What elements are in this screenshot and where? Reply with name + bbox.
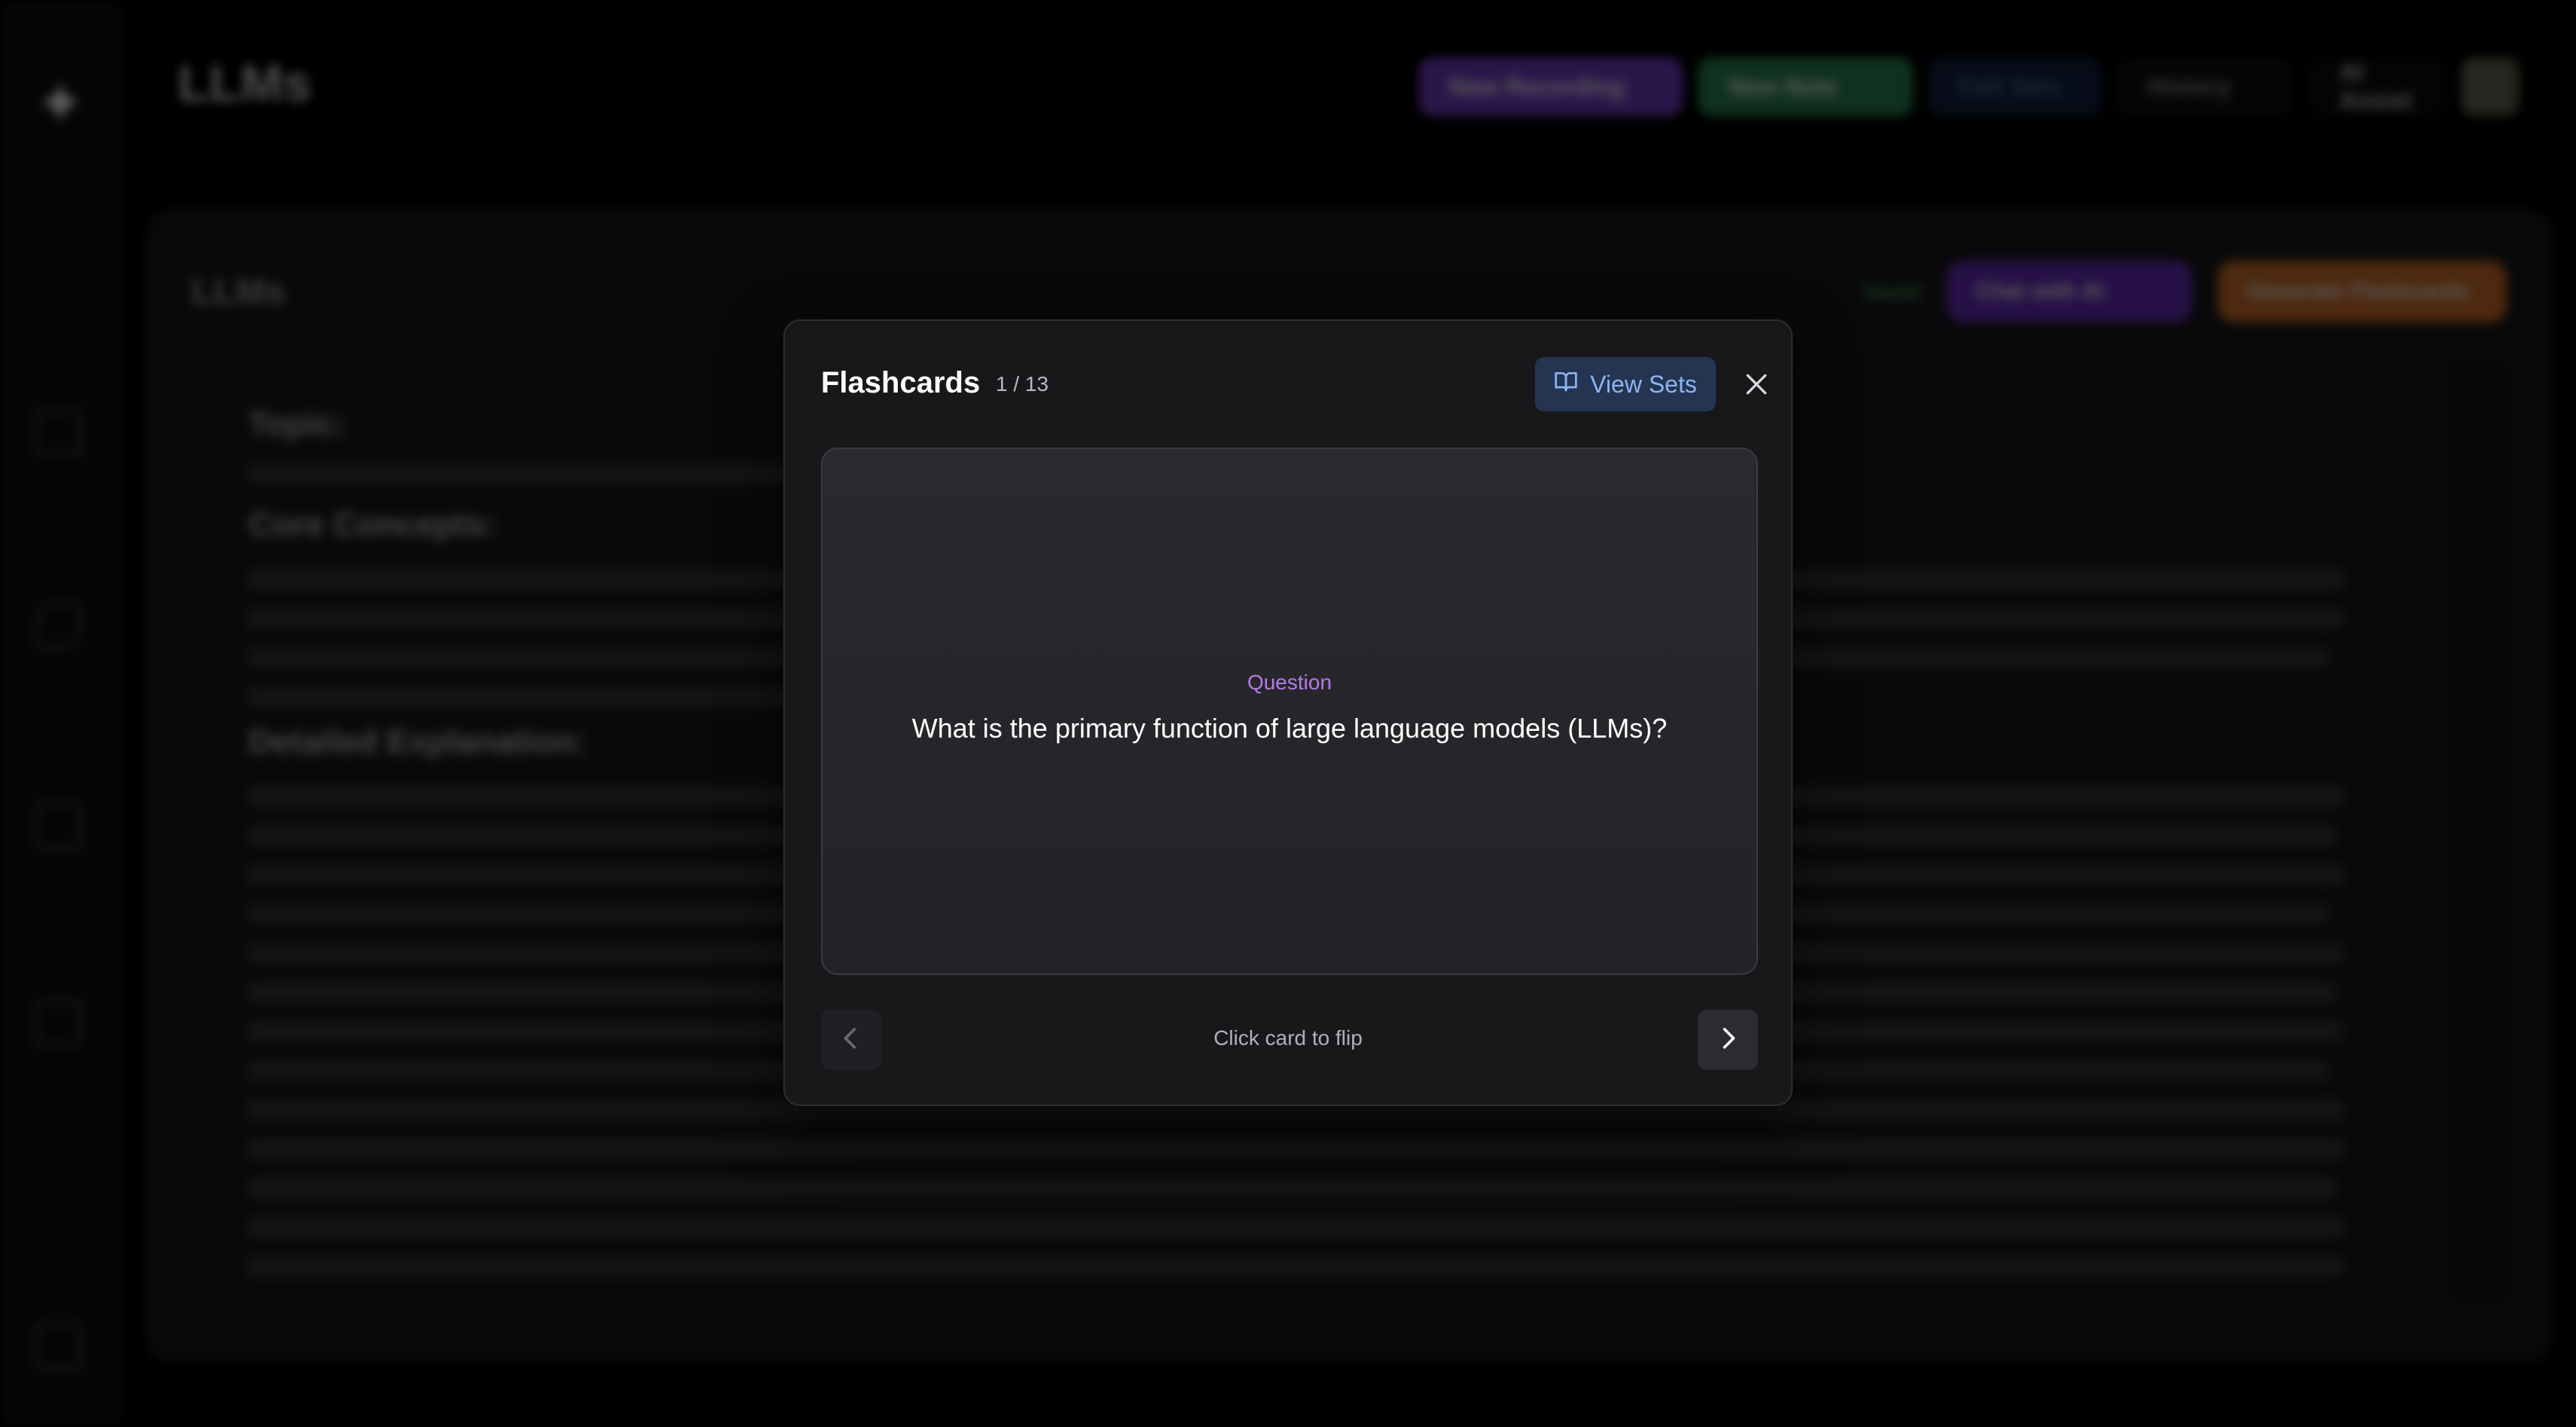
chevron-right-icon [1714,1025,1741,1056]
card-question-text: What is the primary function of large la… [911,713,1668,744]
next-card-button[interactable] [1698,1010,1758,1070]
close-icon[interactable] [1741,369,1772,399]
view-sets-label: View Sets [1590,370,1697,398]
flip-hint: Click card to flip [1213,1026,1363,1050]
card-counter: 1 / 13 [996,372,1049,396]
card-side-label: Question [1247,671,1332,694]
app-root: ✦ LLMs New Recording New Note Edit Sets … [0,0,2576,1427]
modal-title: Flashcards [821,366,981,399]
flashcards-modal: Flashcards 1 / 13 View Sets Question Wha… [783,319,1793,1106]
book-open-icon [1554,369,1578,399]
view-sets-button[interactable]: View Sets [1535,357,1716,411]
flashcard[interactable]: Question What is the primary function of… [821,448,1758,975]
